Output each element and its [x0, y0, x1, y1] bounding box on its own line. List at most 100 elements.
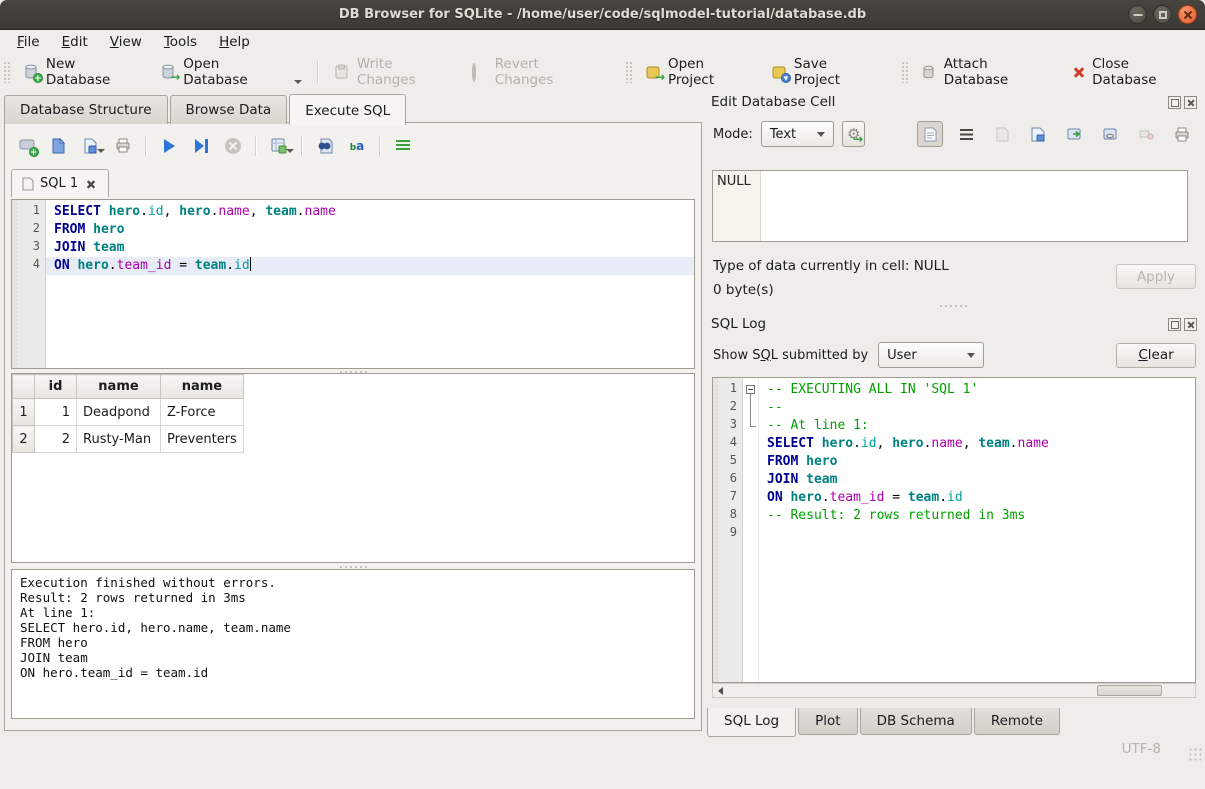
fold-collapse-icon[interactable]	[746, 385, 755, 394]
menu-edit[interactable]: Edit	[53, 31, 97, 53]
cell-editor[interactable]: NULL	[712, 170, 1188, 242]
tab-database-structure[interactable]: Database Structure	[4, 95, 168, 124]
dock-tab-plot[interactable]: Plot	[798, 708, 857, 735]
sql-editor[interactable]: 1 2 3 4 SELECT hero.id, hero.name, team.…	[11, 199, 695, 369]
results-col-name2[interactable]: name	[161, 375, 244, 399]
auto-detect-mode-button[interactable]: ⚙ →	[842, 121, 865, 147]
open-database-dropdown-icon[interactable]	[294, 80, 302, 84]
close-database-button[interactable]: Close Database	[1063, 51, 1205, 93]
toolbar-drag-handle[interactable]	[901, 61, 909, 83]
resize-grip[interactable]	[1188, 747, 1202, 761]
format-sql-button[interactable]	[389, 133, 417, 159]
float-dock-icon[interactable]	[1168, 318, 1181, 331]
save-sql-dropdown-icon[interactable]	[97, 149, 105, 153]
set-null-button[interactable]	[1133, 121, 1159, 147]
save-file-button[interactable]	[1025, 121, 1051, 147]
cell-id[interactable]: 2	[35, 426, 77, 453]
results-corner-header[interactable]	[13, 375, 35, 399]
cell-team-name[interactable]: Preventers	[161, 426, 244, 453]
close-dock-icon[interactable]	[1184, 96, 1197, 109]
log-line-3[interactable]: -- At line 1:	[759, 417, 1195, 435]
close-sql1-tab-icon[interactable]	[86, 178, 97, 189]
log-line-1[interactable]: -- EXECUTING ALL IN 'SQL 1'	[759, 381, 1195, 399]
save-project-button[interactable]: ▾ Save Project	[762, 51, 885, 93]
cell-editor-content[interactable]	[761, 171, 1187, 241]
results-grid[interactable]: id name name 1 1 Deadpond Z-Force 2 2 Ru…	[11, 373, 695, 563]
cell-id[interactable]: 1	[35, 399, 77, 426]
results-col-id[interactable]: id	[35, 375, 77, 399]
float-dock-icon[interactable]	[1168, 96, 1181, 109]
sql-line-3[interactable]: JOIN team	[46, 239, 694, 257]
edit-cell-dock-titlebar[interactable]: Edit Database Cell	[711, 92, 1197, 112]
toolbar-drag-handle[interactable]	[3, 61, 11, 83]
toolbar-drag-handle[interactable]	[625, 61, 633, 83]
save-results-button[interactable]	[265, 133, 293, 159]
revert-changes-button[interactable]: Revert Changes	[463, 51, 609, 93]
execute-line-button[interactable]	[187, 133, 215, 159]
import-button[interactable]	[1061, 121, 1087, 147]
save-results-dropdown-icon[interactable]	[286, 149, 294, 153]
print-sql-button[interactable]	[109, 133, 137, 159]
cell-hero-name[interactable]: Rusty-Man	[77, 426, 161, 453]
dock-tab-remote[interactable]: Remote	[974, 708, 1060, 735]
scrollbar-thumb[interactable]	[1097, 685, 1163, 696]
menu-file[interactable]: File	[8, 31, 49, 53]
log-line-7[interactable]: ON hero.team_id = team.id	[759, 489, 1195, 507]
menu-view[interactable]: View	[101, 31, 151, 53]
clear-log-button[interactable]: Clear	[1116, 343, 1196, 368]
apply-button[interactable]: Apply	[1116, 264, 1196, 289]
execute-all-button[interactable]	[155, 133, 183, 159]
open-project-button[interactable]: → Open Project	[636, 51, 762, 93]
results-col-name1[interactable]: name	[77, 375, 161, 399]
row-header[interactable]: 1	[13, 399, 35, 426]
submitter-combobox[interactable]: User	[878, 342, 984, 368]
log-line-8[interactable]: -- Result: 2 rows returned in 3ms	[759, 507, 1195, 525]
sql-editor-code[interactable]: SELECT hero.id, hero.name, team.name FRO…	[46, 200, 694, 368]
close-dock-icon[interactable]	[1184, 318, 1197, 331]
dock-tab-sql-log[interactable]: SQL Log	[707, 708, 796, 737]
sql-log-view[interactable]: 1 2 3 4 5 6 7 8 9 -- EXECUTING ALL IN 'S…	[712, 377, 1196, 683]
sql-line-2[interactable]: FROM hero	[46, 221, 694, 239]
log-line-2[interactable]: --	[759, 399, 1195, 417]
close-button[interactable]	[1178, 5, 1197, 24]
dock-tab-db-schema[interactable]: DB Schema	[860, 708, 972, 735]
menu-tools[interactable]: Tools	[155, 31, 206, 53]
cell-team-name[interactable]: Z-Force	[161, 399, 244, 426]
scroll-left-icon[interactable]	[713, 684, 727, 697]
open-file-button[interactable]	[989, 121, 1015, 147]
sql-line-1[interactable]: SELECT hero.id, hero.name, team.name	[46, 203, 694, 221]
save-sql-file-button[interactable]	[77, 133, 105, 159]
execution-messages[interactable]: Execution finished without errors. Resul…	[11, 569, 695, 719]
log-line-6[interactable]: JOIN team	[759, 471, 1195, 489]
log-line-5[interactable]: FROM hero	[759, 453, 1195, 471]
mode-combobox[interactable]: Text	[761, 121, 835, 147]
log-line-9[interactable]	[759, 525, 1195, 543]
sql1-tab[interactable]: SQL 1	[11, 169, 109, 197]
stop-execution-button[interactable]	[219, 133, 247, 159]
word-wrap-button[interactable]	[953, 121, 979, 147]
scrollbar-track[interactable]	[727, 684, 1195, 697]
open-sql-file-button[interactable]	[45, 133, 73, 159]
syntax-check-button[interactable]: ba	[343, 133, 371, 159]
open-database-button[interactable]: → Open Database	[151, 51, 311, 93]
log-horizontal-scrollbar[interactable]	[712, 683, 1196, 698]
maximize-button[interactable]	[1153, 5, 1172, 24]
find-button[interactable]	[311, 133, 339, 159]
cell-hero-name[interactable]: Deadpond	[77, 399, 161, 426]
tab-execute-sql[interactable]: Execute SQL	[289, 94, 406, 125]
log-line-4[interactable]: SELECT hero.id, hero.name, team.name	[759, 435, 1195, 453]
attach-database-button[interactable]: Attach Database	[912, 51, 1064, 93]
menu-help[interactable]: Help	[210, 31, 259, 53]
tab-browse-data[interactable]: Browse Data	[170, 95, 288, 124]
sql-log-code[interactable]: -- EXECUTING ALL IN 'SQL 1' -- -- At lin…	[759, 378, 1195, 682]
write-changes-button[interactable]: Write Changes	[325, 51, 463, 93]
new-sql-tab-button[interactable]: +	[13, 133, 41, 159]
sql-line-4-current[interactable]: ON hero.team_id = team.id	[46, 257, 694, 275]
print-cell-button[interactable]	[1169, 121, 1195, 147]
titlebar[interactable]: DB Browser for SQLite - /home/user/code/…	[0, 0, 1205, 30]
minimize-button[interactable]	[1128, 5, 1147, 24]
row-header[interactable]: 2	[13, 426, 35, 453]
fold-margin[interactable]	[743, 378, 759, 682]
text-mode-button[interactable]	[917, 121, 943, 147]
export-button[interactable]	[1097, 121, 1123, 147]
